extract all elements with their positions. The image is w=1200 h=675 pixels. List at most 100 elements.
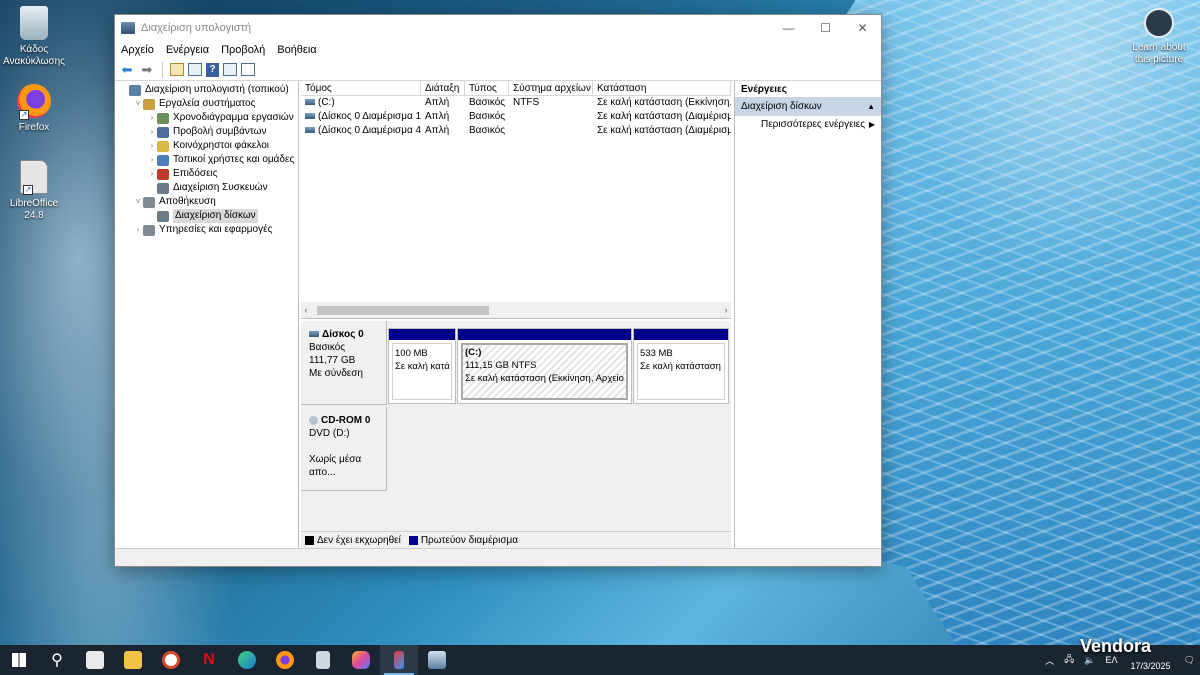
- back-arrow-icon[interactable]: ⬅: [119, 62, 135, 78]
- desktop-icon-libreoffice[interactable]: ↗ LibreOffice 24.8: [2, 160, 66, 222]
- up-folder-icon[interactable]: [170, 63, 184, 76]
- main-content: Διαχείριση υπολογιστή (τοπικού) ˅ Εργαλεία…: [115, 81, 881, 549]
- taskbar-calculator[interactable]: [304, 645, 342, 675]
- menu-action[interactable]: Ενέργεια: [166, 44, 209, 56]
- libreoffice-icon: ↗: [20, 160, 48, 195]
- menu-help[interactable]: Βοήθεια: [277, 44, 316, 56]
- maximize-button[interactable]: ☐: [807, 15, 844, 41]
- legend-swatch-primary: [408, 536, 418, 545]
- tree-expander-icon[interactable]: ›: [147, 139, 157, 153]
- column-header-status[interactable]: Κατάσταση: [593, 81, 731, 95]
- tree-expander-icon[interactable]: ›: [133, 223, 143, 237]
- volume-row[interactable]: (C:) Απλή Βασικός NTFS Σε καλή κατάσταση (Εκ…: [301, 96, 731, 110]
- disk-0-label[interactable]: Δίσκος 0 Βασικός 111,77 GB Με σύνδεση: [301, 321, 387, 405]
- window-title: Διαχείριση υπολογιστή: [141, 22, 251, 34]
- tree-node[interactable]: › Χρονοδιάγραμμα εργασιών: [115, 111, 298, 125]
- actions-group-disk-management[interactable]: Διαχείριση δίσκων ▲: [735, 98, 881, 116]
- start-button[interactable]: [0, 645, 38, 675]
- volume-cell: Απλή: [421, 124, 465, 138]
- menu-file[interactable]: Αρχείο: [121, 44, 154, 56]
- tray-overflow-chevron-icon[interactable]: ︿: [1045, 654, 1054, 667]
- tree-node[interactable]: ˅ Εργαλεία συστήματος: [115, 97, 298, 111]
- taskbar-store[interactable]: [76, 645, 114, 675]
- taskbar-search[interactable]: ⚲: [38, 645, 76, 675]
- tree-node-icon: [143, 98, 155, 110]
- taskbar-netflix[interactable]: N: [190, 645, 228, 675]
- network-icon[interactable]: 🖧: [1064, 652, 1074, 668]
- collapse-up-icon: ▲: [867, 102, 875, 111]
- taskbar-firefox[interactable]: [266, 645, 304, 675]
- horizontal-scrollbar[interactable]: ‹ ›: [301, 302, 731, 318]
- show-hide-tree-icon[interactable]: [188, 63, 202, 76]
- menu-view[interactable]: Προβολή: [221, 44, 265, 56]
- tree-node-label: Υπηρεσίες και εφαρμογές: [159, 224, 273, 235]
- cdrom-0-row[interactable]: CD-ROM 0 DVD (D:) Χωρίς μέσα απο...: [301, 407, 731, 491]
- taskbar-edge[interactable]: [228, 645, 266, 675]
- volume-cell-text: Σε καλή κατάσταση (Διαμέρισμ: [597, 111, 731, 122]
- tree-node[interactable]: › Επιδόσεις: [115, 167, 298, 181]
- partition-1[interactable]: 100 MB Σε καλή κατά: [388, 328, 456, 404]
- console-view-icon[interactable]: [241, 63, 255, 76]
- more-actions-item[interactable]: Περισσότερες ενέργειες ▶: [735, 116, 881, 134]
- tree-node[interactable]: Διαχείριση Συσκευών: [115, 181, 298, 195]
- cdrom-0-label[interactable]: CD-ROM 0 DVD (D:) Χωρίς μέσα απο...: [301, 407, 387, 491]
- disk-0-row[interactable]: Δίσκος 0 Βασικός 111,77 GB Με σύνδεση 10…: [301, 321, 731, 405]
- volume-cell: [509, 124, 593, 138]
- firefox-icon: [276, 651, 294, 669]
- tree-node[interactable]: ˅ Αποθήκευση: [115, 195, 298, 209]
- volume-row[interactable]: (Δίσκος 0 Διαμέρισμα 4) Απλή Βασικός Σε καλ…: [301, 124, 731, 138]
- computer-management-icon: [121, 22, 135, 34]
- disk-legend: Δεν έχει εκχωρηθεί Πρωτεύον διαμέρισμα: [301, 531, 731, 549]
- volume-cell: Βασικός: [465, 96, 509, 110]
- tree-expander-icon[interactable]: ›: [147, 167, 157, 181]
- tree-node[interactable]: › Κοινόχρηστοι φάκελοι: [115, 139, 298, 153]
- tree-node[interactable]: Διαχείριση υπολογιστή (τοπικού): [115, 83, 298, 97]
- column-header-filesystem[interactable]: Σύστημα αρχείων: [509, 81, 593, 95]
- tree-node[interactable]: › Τοπικοί χρήστες και ομάδες: [115, 153, 298, 167]
- partition-c[interactable]: (C:) 111,15 GB NTFS Σε καλή κατάσταση (Ε…: [457, 328, 632, 404]
- taskbar-file-explorer[interactable]: [114, 645, 152, 675]
- disk-type: DVD (D:): [309, 428, 350, 439]
- legend-swatch-unallocated: [305, 536, 314, 545]
- taskbar-computer-management[interactable]: [418, 645, 456, 675]
- desktop-icon-firefox[interactable]: ↗ Firefox: [2, 84, 66, 134]
- disk-name: Δίσκος 0: [322, 329, 364, 340]
- tree-expander-icon[interactable]: ˅: [133, 195, 143, 209]
- spotlight-learn-about-picture[interactable]: Learn about this picture: [1128, 8, 1190, 66]
- legend-label-unallocated: Δεν έχει εκχωρηθεί: [317, 535, 401, 546]
- taskbar-copilot[interactable]: [342, 645, 380, 675]
- notifications-icon[interactable]: 🗨: [1184, 655, 1195, 666]
- tree-expander-icon[interactable]: ›: [147, 153, 157, 167]
- tree-node[interactable]: › Προβολή συμβάντων: [115, 125, 298, 139]
- submenu-arrow-icon: ▶: [868, 120, 875, 129]
- taskbar-media-player[interactable]: [152, 645, 190, 675]
- tree-expander-icon[interactable]: ˅: [133, 97, 143, 111]
- help-icon[interactable]: ?: [206, 62, 219, 77]
- column-header-type[interactable]: Τύπος: [465, 81, 509, 95]
- volume-icon: [305, 99, 315, 106]
- title-bar[interactable]: Διαχείριση υπολογιστή — ☐ ✕: [115, 15, 881, 41]
- close-button[interactable]: ✕: [844, 15, 881, 41]
- netflix-icon: N: [203, 651, 215, 668]
- volume-cell-text: (C:): [318, 97, 335, 108]
- firefox-icon: ↗: [17, 84, 51, 120]
- partition-4[interactable]: 533 MB Σε καλή κατάσταση: [633, 328, 729, 404]
- column-header-volume[interactable]: Τόμος: [301, 81, 421, 95]
- taskbar-active-app[interactable]: [380, 645, 418, 675]
- scroll-left-icon[interactable]: ‹: [301, 305, 311, 315]
- forward-arrow-icon[interactable]: ➡: [139, 62, 155, 78]
- tree-expander-icon[interactable]: ›: [147, 111, 157, 125]
- volume-cell: NTFS: [509, 96, 593, 110]
- tree-node[interactable]: Διαχείριση δίσκων: [115, 209, 298, 223]
- properties-icon[interactable]: [223, 63, 237, 76]
- minimize-button[interactable]: —: [770, 15, 807, 41]
- column-header-layout[interactable]: Διάταξη: [421, 81, 465, 95]
- tree-expander-icon[interactable]: ›: [147, 125, 157, 139]
- search-icon: ⚲: [51, 652, 63, 669]
- desktop-icon-recycle-bin[interactable]: Κάδος Ανακύκλωσης: [2, 6, 66, 68]
- scroll-right-icon[interactable]: ›: [721, 305, 731, 315]
- tree-node[interactable]: › Υπηρεσίες και εφαρμογές: [115, 223, 298, 237]
- scrollbar-thumb[interactable]: [317, 305, 489, 315]
- primary-partition-bar: [389, 329, 455, 340]
- volume-row[interactable]: (Δίσκος 0 Διαμέρισμα 1) Απλή Βασικός Σε καλ…: [301, 110, 731, 124]
